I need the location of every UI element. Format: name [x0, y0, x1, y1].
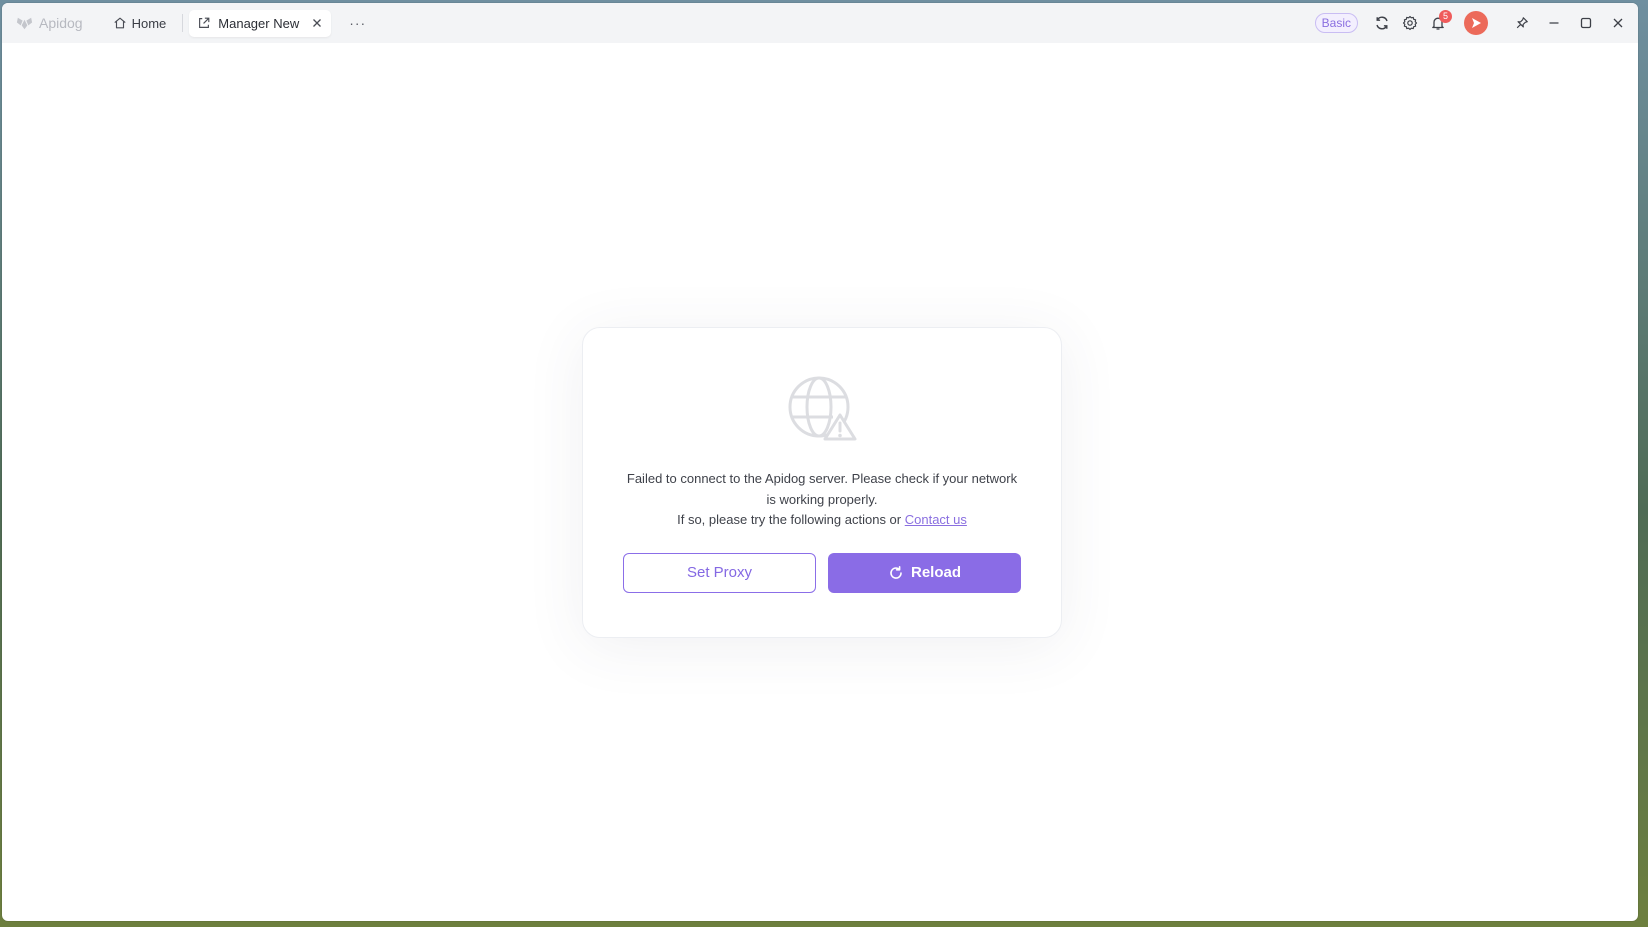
- tab-home[interactable]: Home: [107, 10, 173, 36]
- app-name: Apidog: [39, 15, 83, 31]
- connection-error-card: Failed to connect to the Apidog server. …: [582, 327, 1062, 638]
- title-bar: Apidog Home Manager New ··· Basic 5: [2, 3, 1638, 43]
- error-message-line2: If so, please try the following actions …: [622, 510, 1022, 531]
- tab-divider: [182, 14, 184, 32]
- pin-button[interactable]: [1506, 8, 1538, 38]
- app-logo: Apidog: [15, 14, 83, 33]
- home-icon: [113, 17, 126, 29]
- more-tabs-button[interactable]: ···: [345, 10, 370, 36]
- contact-us-link[interactable]: Contact us: [905, 512, 967, 527]
- reload-button[interactable]: Reload: [828, 552, 1021, 593]
- reload-label: Reload: [910, 564, 961, 581]
- error-message: Failed to connect to the Apidog server. …: [622, 469, 1022, 531]
- sync-button[interactable]: [1368, 9, 1396, 37]
- globe-warning-icon: [788, 376, 857, 441]
- error-message-line1: Failed to connect to the Apidog server. …: [626, 471, 1018, 507]
- avatar[interactable]: [1464, 11, 1488, 35]
- pin-icon: [1516, 17, 1528, 29]
- error-message-prefix: If so, please try the following actions …: [677, 512, 905, 527]
- maximize-icon: [1580, 17, 1592, 29]
- app-window: Apidog Home Manager New ··· Basic 5 Fail…: [2, 3, 1638, 921]
- maximize-button[interactable]: [1570, 8, 1602, 38]
- close-icon: [1613, 18, 1623, 28]
- minimize-button[interactable]: [1538, 8, 1570, 38]
- close-window-button[interactable]: [1602, 8, 1634, 38]
- avatar-logo-icon: [1472, 18, 1481, 28]
- set-proxy-button[interactable]: Set Proxy: [623, 552, 816, 593]
- edit-link-icon: [199, 17, 210, 28]
- notifications-button[interactable]: 5: [1424, 9, 1452, 37]
- tab-home-label: Home: [131, 15, 167, 31]
- tab-manager-new-label: Manager New: [218, 15, 300, 31]
- minimize-icon: [1549, 22, 1559, 24]
- settings-gear-icon: [1402, 15, 1418, 31]
- notification-count-badge: 5: [1439, 10, 1452, 23]
- reload-icon: [890, 565, 902, 579]
- plan-badge[interactable]: Basic: [1314, 13, 1358, 33]
- sync-icon: [1376, 16, 1388, 30]
- tab-close-icon[interactable]: [311, 17, 323, 29]
- error-actions: Set Proxy Reload: [623, 552, 1021, 593]
- apidog-logo-icon: [16, 17, 33, 29]
- settings-button[interactable]: [1396, 9, 1424, 37]
- tab-manager-new[interactable]: Manager New: [189, 9, 332, 37]
